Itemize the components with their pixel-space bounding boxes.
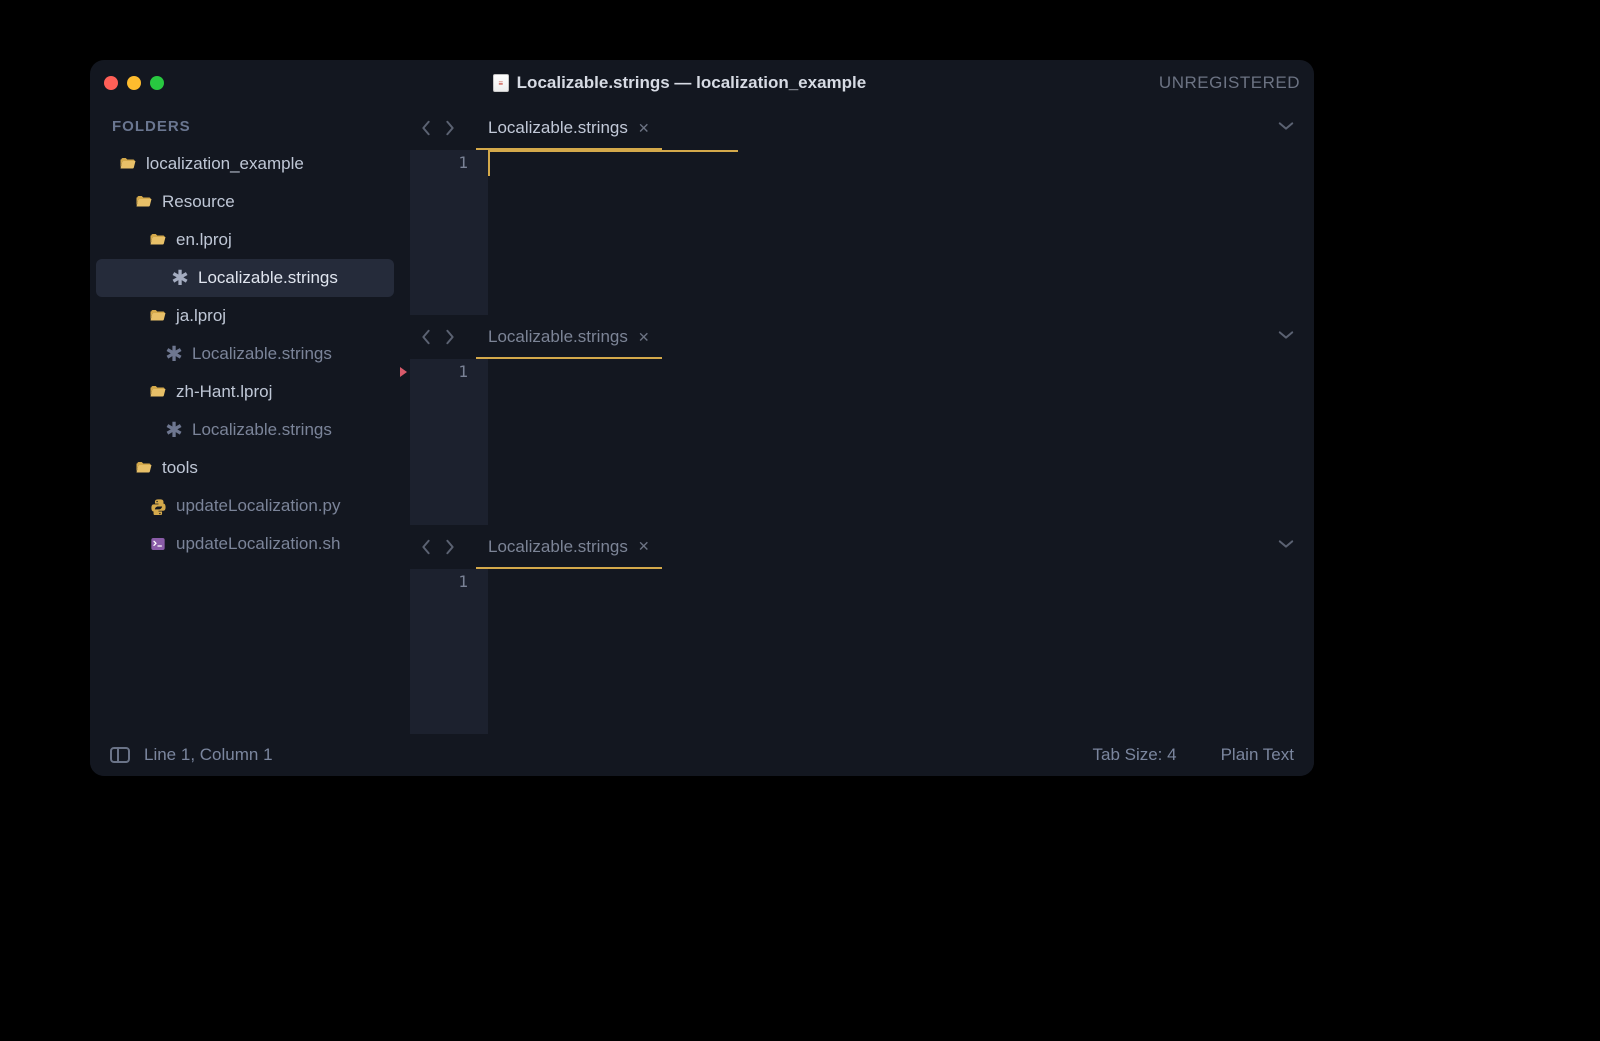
sidebar-item-update-py[interactable]: updateLocalization.py [90,487,400,525]
line-number-gutter: 1 [410,359,488,524]
nav-forward-button[interactable] [438,116,462,140]
sidebar-item-ja-lproj[interactable]: ja.lproj [90,297,400,335]
sidebar-item-update-sh[interactable]: updateLocalization.sh [90,525,400,563]
editor-area: Localizable.strings ✕ 1 [400,106,1314,734]
code-area[interactable] [488,359,1314,524]
status-bar: Line 1, Column 1 Tab Size: 4 Plain Text [90,734,1314,776]
line-number: 1 [410,359,488,385]
strings-file-icon: ✱ [164,420,184,440]
editor-window: ≡ Localizable.strings — localization_exa… [90,60,1314,776]
sidebar-item-label: Localizable.strings [198,268,338,288]
sidebar-item-label: updateLocalization.py [176,496,340,516]
sidebar-item-label: Localizable.strings [192,420,332,440]
tab-overflow-button[interactable] [1258,529,1314,564]
sidebar-item-label: localization_example [146,154,304,174]
tab-label: Localizable.strings [488,537,628,557]
shell-file-icon [148,534,168,554]
sidebar-item-localizable-zh[interactable]: ✱ Localizable.strings [90,411,400,449]
tab-localizable-3[interactable]: Localizable.strings ✕ [476,525,662,569]
registration-status: UNREGISTERED [1159,73,1300,93]
sidebar-item-localizable-en[interactable]: ✱ Localizable.strings [96,259,394,297]
bookmark-icon[interactable] [400,367,407,377]
bookmark-gutter [400,359,410,524]
bookmark-gutter [400,150,410,315]
nav-back-button[interactable] [414,116,438,140]
main-body: FOLDERS localization_example Resource en… [90,106,1314,734]
sidebar-item-label: en.lproj [176,230,232,250]
strings-file-icon: ✱ [170,268,190,288]
cursor-position[interactable]: Line 1, Column 1 [144,745,273,765]
code-area[interactable] [488,569,1314,734]
close-window-button[interactable] [104,76,118,90]
tab-overflow-button[interactable] [1258,320,1314,355]
folders-header: FOLDERS [90,112,400,145]
nav-forward-button[interactable] [438,325,462,349]
title-text: Localizable.strings — localization_examp… [517,73,867,93]
close-tab-icon[interactable]: ✕ [638,120,650,137]
line-number: 1 [410,150,488,176]
titlebar: ≡ Localizable.strings — localization_exa… [90,60,1314,106]
editor-pane-1: Localizable.strings ✕ 1 [400,106,1314,315]
editor-pane-2: Localizable.strings ✕ 1 [400,315,1314,524]
sidebar: FOLDERS localization_example Resource en… [90,106,400,734]
text-cursor [488,150,490,176]
sidebar-item-localizable-ja[interactable]: ✱ Localizable.strings [90,335,400,373]
sidebar-item-en-lproj[interactable]: en.lproj [90,221,400,259]
editor-body[interactable]: 1 [400,150,1314,315]
traffic-lights [104,76,200,90]
folder-open-icon [148,382,168,402]
file-type-icon: ≡ [493,74,509,92]
folder-open-icon [134,458,154,478]
sidebar-item-zh-hant-lproj[interactable]: zh-Hant.lproj [90,373,400,411]
line-number: 1 [410,569,488,595]
tab-bar: Localizable.strings ✕ [400,315,1314,359]
window-title: ≡ Localizable.strings — localization_exa… [200,73,1159,93]
sidebar-item-label: tools [162,458,198,478]
cursor-highlight [488,150,738,152]
minimize-window-button[interactable] [127,76,141,90]
close-tab-icon[interactable]: ✕ [638,538,650,555]
tab-localizable-2[interactable]: Localizable.strings ✕ [476,315,662,359]
folder-open-icon [148,230,168,250]
close-tab-icon[interactable]: ✕ [638,329,650,346]
line-number-gutter: 1 [410,150,488,315]
bookmark-gutter [400,569,410,734]
sidebar-item-label: zh-Hant.lproj [176,382,272,402]
editor-pane-3: Localizable.strings ✕ 1 [400,525,1314,734]
sidebar-item-label: Localizable.strings [192,344,332,364]
tab-localizable-1[interactable]: Localizable.strings ✕ [476,106,662,150]
strings-file-icon: ✱ [164,344,184,364]
tab-bar: Localizable.strings ✕ [400,106,1314,150]
code-area[interactable] [488,150,1314,315]
folder-open-icon [148,306,168,326]
syntax-selector[interactable]: Plain Text [1221,745,1294,765]
editor-body[interactable]: 1 [400,569,1314,734]
nav-forward-button[interactable] [438,535,462,559]
folder-open-icon [134,192,154,212]
sidebar-item-localization-example[interactable]: localization_example [90,145,400,183]
sidebar-item-tools[interactable]: tools [90,449,400,487]
zoom-window-button[interactable] [150,76,164,90]
sidebar-item-label: ja.lproj [176,306,226,326]
tab-label: Localizable.strings [488,118,628,138]
panel-toggle-icon[interactable] [110,747,130,763]
tab-label: Localizable.strings [488,327,628,347]
nav-back-button[interactable] [414,325,438,349]
tab-bar: Localizable.strings ✕ [400,525,1314,569]
line-number-gutter: 1 [410,569,488,734]
sidebar-item-label: updateLocalization.sh [176,534,340,554]
editor-body[interactable]: 1 [400,359,1314,524]
nav-back-button[interactable] [414,535,438,559]
sidebar-item-resource[interactable]: Resource [90,183,400,221]
folder-open-icon [118,154,138,174]
sidebar-item-label: Resource [162,192,235,212]
tab-overflow-button[interactable] [1258,111,1314,146]
python-file-icon [148,496,168,516]
tab-size-selector[interactable]: Tab Size: 4 [1092,745,1176,765]
